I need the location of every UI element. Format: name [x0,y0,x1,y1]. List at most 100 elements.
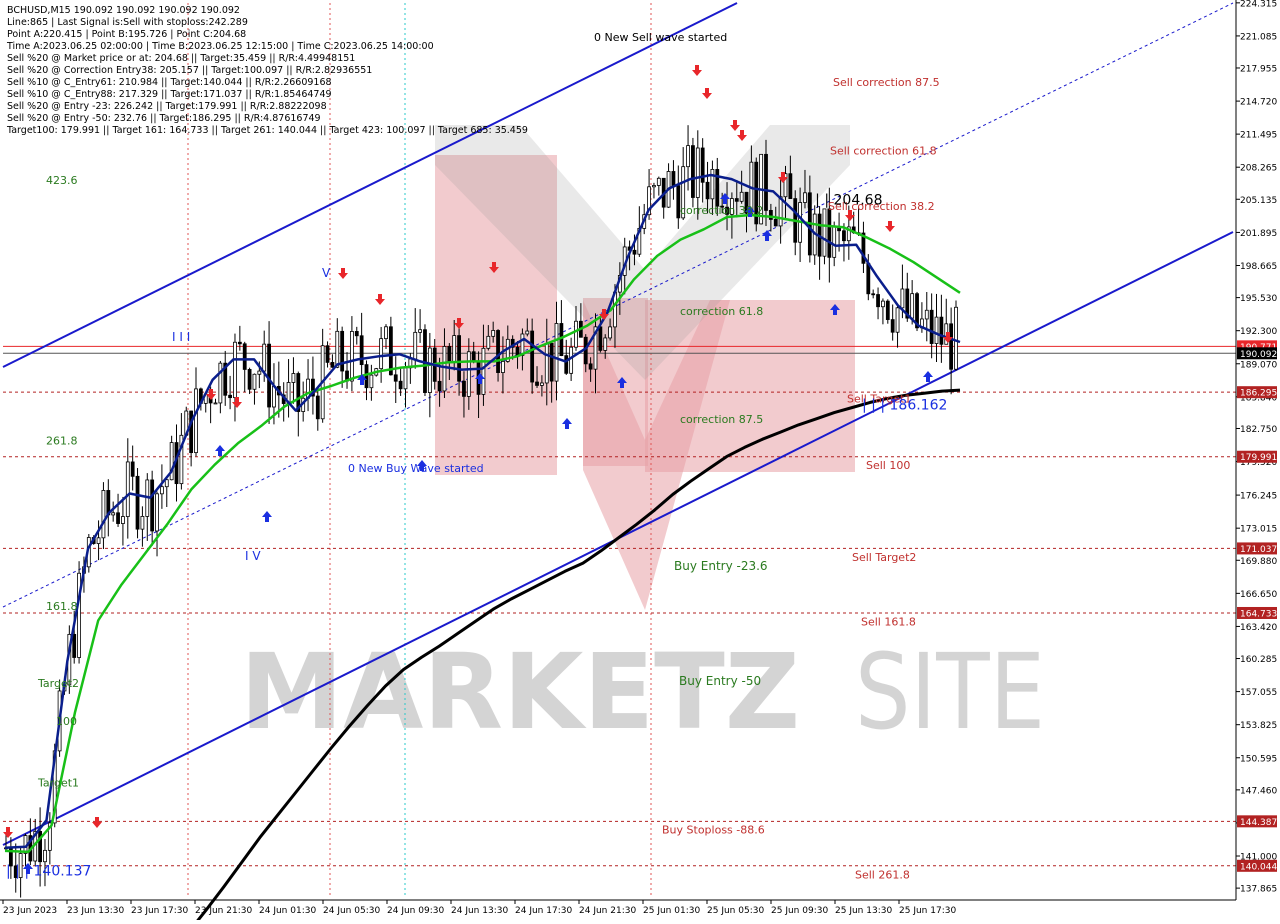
wave-label: V [322,266,331,280]
candle-body [72,633,77,658]
info-line: Sell %10 @ C_Entry88: 217.329 || Target:… [7,89,332,100]
red-annotation: Sell 100 [866,459,910,472]
candle-body [501,360,505,373]
candle-body [934,316,939,344]
candle-body [939,316,944,345]
chart-container[interactable]: MARKETZ SITE Sell correction 87.5 Sell co… [0,0,1280,924]
candle-body [111,512,116,516]
green-annotation: correction 61.8 [680,305,763,318]
candle-body [418,329,423,333]
candle-body [656,177,661,186]
candle-body [496,330,500,373]
candle-body [466,351,471,397]
candle-body [125,461,130,517]
x-tick-label: 24 Jun 05:30 [323,906,380,916]
candle-body [705,181,710,200]
green-annotation: 161.8 [46,600,78,613]
candle-body [437,380,442,392]
candle-body [237,341,242,345]
candle-body [159,486,164,495]
candle-body [686,145,690,168]
x-tick-label: 25 Jun 09:30 [771,906,828,916]
candle-body [447,346,452,363]
watermark-left: MARKETZ [240,631,800,753]
x-tick-label: 24 Jun 13:30 [451,906,508,916]
candle-body [608,326,613,339]
candle-body [652,185,656,188]
candle-body [949,323,954,370]
candle-body [486,335,491,349]
candle-body [213,402,218,405]
candle-body [164,479,169,488]
info-line: Target100: 179.991 || Target 161: 164.73… [6,125,528,136]
info-line: Time A:2023.06.25 02:00:00 | Time B:2023… [6,41,434,52]
candle-body [330,361,335,368]
candle-body [252,373,257,390]
candle-body [369,374,374,389]
candle-body [96,537,101,544]
price-chart[interactable]: MARKETZ SITE Sell correction 87.5 Sell co… [0,0,1280,924]
candle-body [876,294,880,308]
candle-body [462,380,466,397]
candle-body [866,262,871,295]
candle-body [773,219,778,227]
y-tick-label: 150.595 [1240,754,1277,764]
green-annotation: Buy Entry -50 [679,674,761,688]
candle-body [544,342,549,384]
candle-body [364,364,369,389]
y-tick-label: 176.245 [1240,492,1277,502]
red-annotation: Sell 261.8 [855,868,910,881]
candle-body [349,331,354,382]
candle-body [359,335,364,366]
candle-body [554,323,559,382]
info-line: Sell %20 @ Market price or at: 204.68 ||… [7,53,355,64]
info-line: BCHUSD,M15 190.092 190.092 190.092 190.0… [7,5,240,16]
candle-body [267,343,271,408]
y-tick-label: 137.865 [1240,885,1277,895]
info-line: Sell %10 @ C_Entry61: 210.984 || Target:… [7,77,332,88]
y-tick-label: 205.135 [1240,196,1277,206]
y-tick-label: 153.825 [1240,721,1277,731]
y-tick-label: 195.530 [1240,294,1277,304]
green-annotation: Target2 [37,677,79,690]
candle-body [354,331,359,337]
candle-body [827,208,832,258]
candle-body [569,346,574,374]
candle-body [442,346,447,392]
candle-body [574,320,578,348]
candle-body [427,347,432,393]
price-tag-label: 164.733 [1240,609,1277,619]
candle-body [778,196,783,227]
x-tick-label: 25 Jun 13:30 [835,906,892,916]
candle-body [481,347,486,395]
x-tick-label: 24 Jun 01:30 [259,906,316,916]
candle-body [929,309,934,344]
blue-annotation: 0 New Buy Wave started [348,462,484,475]
candle-body [228,394,233,399]
y-tick-label: 208.265 [1240,164,1277,174]
y-tick-label: 157.055 [1240,688,1277,698]
candle-body [140,516,145,530]
y-tick-label: 169.880 [1240,557,1277,567]
candle-body [130,461,135,477]
watermark: MARKETZ SITE [240,631,1045,753]
green-annotation: Buy Entry -23.6 [674,559,768,573]
black-annotation: 0 New Sell wave started [594,31,727,44]
candle-body [135,475,140,530]
red-annotation: Sell correction 61.8 [830,144,937,157]
candle-body [564,355,569,374]
candle-body [325,345,330,363]
candle-body [189,410,194,454]
candle-body [598,326,603,351]
candle-body [384,326,388,340]
candle-body [895,307,900,333]
green-annotation: Target1 [37,776,79,789]
red-annotation: Sell 161.8 [861,616,916,629]
candle-body [842,230,846,242]
green-annotation: 100 [56,715,77,728]
candle-body [910,293,915,319]
candle-body [535,381,539,386]
candle-body [393,374,398,382]
candle-body [671,171,676,187]
candle-body [155,493,159,532]
